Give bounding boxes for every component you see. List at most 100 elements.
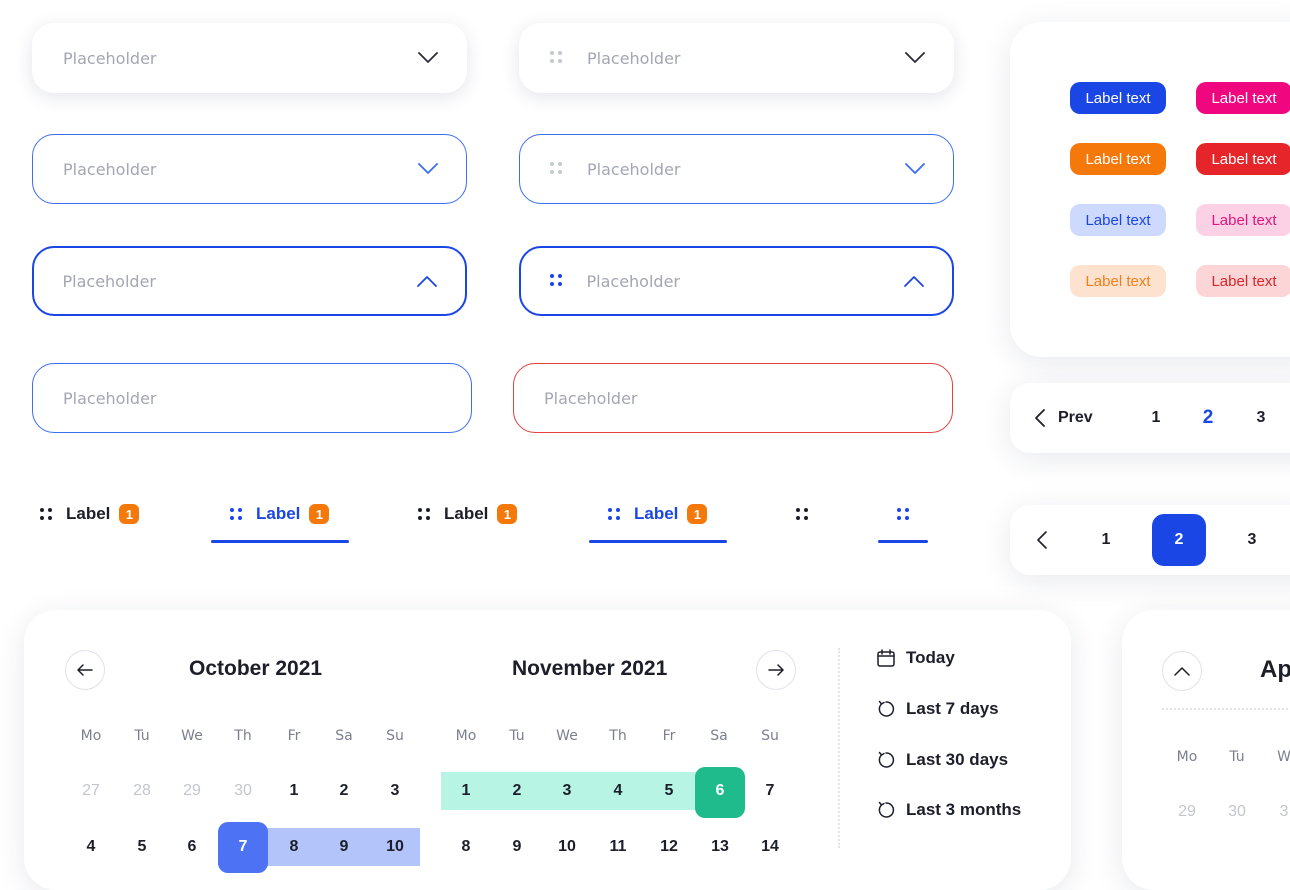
tab-label: Label <box>66 504 111 523</box>
tab-active[interactable]: Label 1 <box>230 500 330 528</box>
calendar-day[interactable]: 30 <box>1215 793 1259 831</box>
tab-dots-icon <box>608 508 620 520</box>
preset-label: Last 3 months <box>906 800 1022 819</box>
prev-label: Prev <box>1058 409 1093 426</box>
preset-last-7-days[interactable]: Last 7 days <box>876 699 999 719</box>
calendar-day-selected[interactable]: 6 <box>698 772 742 810</box>
calendar-day[interactable]: 7 <box>748 772 792 810</box>
calendar-day[interactable]: 27 <box>69 772 113 810</box>
select-hover-with-icon[interactable]: Placeholder <box>519 134 954 204</box>
chevron-up-icon <box>904 276 924 287</box>
tab-icon-only-active[interactable] <box>897 500 923 528</box>
tab-badge: 1 <box>497 504 518 524</box>
month-title-november: November 2021 <box>512 657 668 680</box>
calendar-day[interactable]: 28 <box>120 772 164 810</box>
calendar-day[interactable]: 4 <box>596 772 640 810</box>
page-2-current[interactable]: 2 <box>1152 514 1206 566</box>
labels-card <box>1010 22 1290 357</box>
input-placeholder: Placeholder <box>63 388 157 408</box>
calendar-day[interactable]: 10 <box>373 828 417 866</box>
drag-dots-icon <box>550 51 564 65</box>
next-month-button[interactable] <box>756 650 796 690</box>
tab-badge: 1 <box>309 504 330 524</box>
chevron-left-icon <box>1035 409 1045 427</box>
preset-last-30-days[interactable]: Last 30 days <box>876 750 1008 770</box>
tab-icon-only[interactable] <box>796 500 822 528</box>
calendar-day[interactable]: 29 <box>1165 793 1209 831</box>
tab-label: Label <box>444 504 489 523</box>
tab-active-2[interactable]: Label 1 <box>608 500 708 528</box>
select-open[interactable]: Placeholder <box>32 246 467 316</box>
calendar-day[interactable]: 3 <box>545 772 589 810</box>
label-chip-pink: Label text <box>1196 82 1290 114</box>
weekday: W <box>1277 749 1290 765</box>
calendar-day[interactable]: 1 <box>272 772 316 810</box>
calendar-day[interactable]: 5 <box>647 772 691 810</box>
calendar-day[interactable]: 9 <box>322 828 366 866</box>
preset-label: Last 7 days <box>906 699 999 718</box>
weekday: We <box>556 728 578 744</box>
calendar-day[interactable]: 1 <box>444 772 488 810</box>
select-default[interactable]: Placeholder <box>32 23 467 93</box>
collapse-button[interactable] <box>1162 651 1202 691</box>
page-2-current[interactable]: 2 <box>1194 400 1222 436</box>
calendar-day-selected[interactable]: 7 <box>221 828 265 866</box>
prev-month-button[interactable] <box>65 650 105 690</box>
chevron-down-icon <box>905 52 925 63</box>
page-3[interactable]: 3 <box>1247 400 1275 436</box>
page-3[interactable]: 3 <box>1238 522 1266 558</box>
select-hover[interactable]: Placeholder <box>32 134 467 204</box>
select-placeholder: Placeholder <box>586 271 681 291</box>
calendar-day[interactable]: 10 <box>545 828 589 866</box>
calendar-day[interactable]: 11 <box>596 828 640 866</box>
text-input-error[interactable]: Placeholder <box>513 363 953 433</box>
chevron-down-icon <box>418 52 438 63</box>
select-placeholder: Placeholder <box>587 48 681 68</box>
tab-dots-icon <box>897 508 909 520</box>
calendar-day[interactable]: 3 <box>373 772 417 810</box>
calendar-day[interactable]: 2 <box>495 772 539 810</box>
weekday: Su <box>386 728 404 744</box>
select-placeholder: Placeholder <box>587 159 681 179</box>
tab-label: Label <box>256 504 301 523</box>
arrow-right-icon <box>768 664 784 676</box>
calendar-day[interactable]: 2 <box>322 772 366 810</box>
month-picker-divider <box>1162 708 1290 710</box>
select-placeholder: Placeholder <box>62 271 157 291</box>
tab-default[interactable]: Label 1 <box>40 500 140 528</box>
calendar-day[interactable]: 13 <box>698 828 742 866</box>
calendar-day[interactable]: 4 <box>69 828 113 866</box>
calendar-day[interactable]: 8 <box>444 828 488 866</box>
calendar-day[interactable]: 6 <box>170 828 214 866</box>
calendar-day[interactable]: 8 <box>272 828 316 866</box>
chevron-down-icon <box>905 163 925 174</box>
history-icon <box>878 751 895 768</box>
preset-today[interactable]: Today <box>876 648 955 668</box>
calendar-icon <box>877 649 895 667</box>
calendar-day[interactable]: 5 <box>120 828 164 866</box>
presets-divider <box>838 648 840 848</box>
calendar-day[interactable]: 12 <box>647 828 691 866</box>
weekday: Tu <box>1229 749 1245 765</box>
preset-last-3-months[interactable]: Last 3 months <box>876 800 1021 820</box>
calendar-day[interactable]: 9 <box>495 828 539 866</box>
calendar-day[interactable]: 29 <box>170 772 214 810</box>
tab-badge: 1 <box>687 504 708 524</box>
label-chip-blue: Label text <box>1070 82 1166 114</box>
page-1[interactable]: 1 <box>1092 522 1120 558</box>
prev-arrow-button[interactable] <box>1030 522 1054 558</box>
calendar-day[interactable]: 3 <box>1262 793 1290 831</box>
select-default-with-icon[interactable]: Placeholder <box>519 23 954 93</box>
chevron-down-icon <box>418 163 438 174</box>
calendar-day[interactable]: 30 <box>221 772 265 810</box>
history-icon <box>878 801 895 818</box>
page-1[interactable]: 1 <box>1142 400 1170 436</box>
weekday: Sa <box>335 728 353 744</box>
label-chip-blue-light: Label text <box>1070 204 1166 236</box>
tab-default-2[interactable]: Label 1 <box>418 500 518 528</box>
select-open-with-icon[interactable]: Placeholder <box>519 246 954 316</box>
text-input[interactable]: Placeholder <box>32 363 472 433</box>
label-chip-pink-light: Label text <box>1196 204 1290 236</box>
calendar-day[interactable]: 14 <box>748 828 792 866</box>
prev-button[interactable]: Prev <box>1034 400 1104 436</box>
